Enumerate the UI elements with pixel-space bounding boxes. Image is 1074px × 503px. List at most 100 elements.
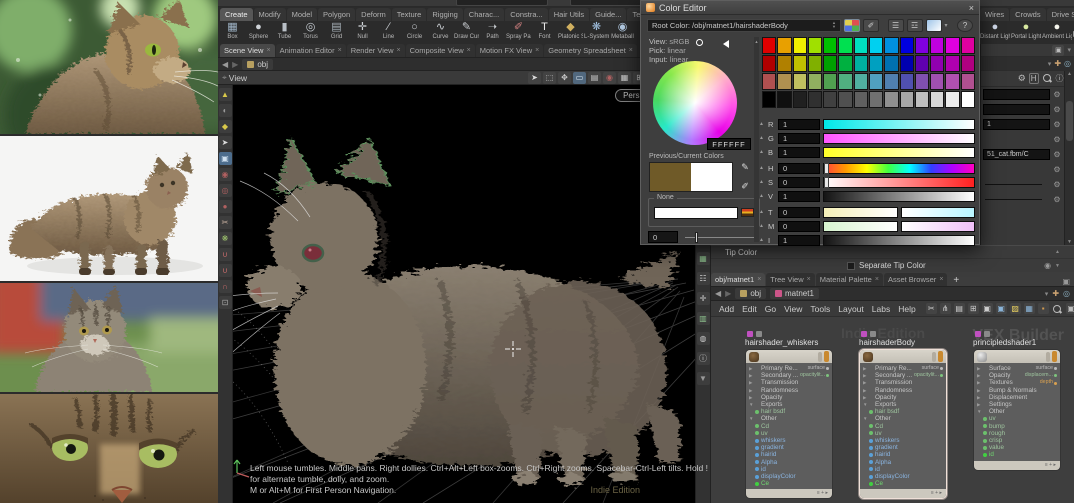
shelf-tab[interactable]: Drive Si...	[1046, 8, 1074, 21]
parameter-field[interactable]	[983, 89, 1050, 100]
network-canvas[interactable]: Indie Edition VEX Builder hairshader_whi…	[711, 317, 1074, 503]
shelf-tool[interactable]: ❋ L-System	[584, 21, 609, 41]
node-parameter-row[interactable]: ▶ Displacement	[974, 394, 1060, 401]
network-toolbar-icon[interactable]: ✂	[925, 302, 937, 314]
output-connector[interactable]	[940, 374, 943, 378]
color-swatch[interactable]	[914, 73, 930, 90]
node-parameter-row[interactable]: ▶ Opacity	[746, 394, 832, 401]
pane-tab[interactable]: Material Palette ×	[815, 273, 883, 286]
sliders-rgb-icon[interactable]: ☰	[887, 18, 904, 32]
menu-item[interactable]: Render	[283, 5, 313, 6]
node-parameter-row[interactable]: Ce	[746, 480, 832, 487]
gear-icon[interactable]: ⚙	[1052, 120, 1062, 129]
pin-icon[interactable]: ✚	[1052, 289, 1059, 298]
group-expand-icon[interactable]: ▲	[759, 149, 765, 155]
color-wheel-value-marker[interactable]	[723, 40, 729, 48]
slider-bar[interactable]	[823, 234, 975, 246]
display-option-icon[interactable]: ☷	[696, 272, 710, 285]
close-tab-icon[interactable]: ×	[266, 47, 270, 54]
output-connector[interactable]	[1054, 439, 1057, 442]
slider-bar[interactable]	[823, 190, 975, 202]
color-swatch[interactable]	[853, 55, 868, 72]
color-swatch[interactable]	[914, 55, 930, 72]
color-swatch[interactable]	[807, 91, 823, 108]
pane-tab[interactable]: Tree View ×	[766, 273, 815, 286]
dropper-icon[interactable]: ✐	[738, 181, 752, 192]
node-parameter-row[interactable]: ▶ Surface surface	[974, 365, 1060, 372]
gear-icon[interactable]: ⚙	[1052, 180, 1062, 189]
output-connector[interactable]	[940, 410, 943, 413]
shader-node[interactable]: principledshader1 ▶ Surface surface ▶ Op…	[973, 331, 1063, 471]
slider-value-field[interactable]: 1	[778, 234, 820, 246]
output-connector[interactable]	[826, 367, 829, 371]
parameter-row[interactable]: 51_cat.fbm/C ⚙	[981, 147, 1064, 162]
shelf-tab[interactable]: Constra...	[505, 8, 548, 21]
node-parameter-row[interactable]: whiskers	[860, 437, 946, 444]
color-swatch[interactable]	[868, 37, 884, 54]
node-title[interactable]: principledshader1	[973, 338, 1063, 347]
color-swatch[interactable]	[960, 37, 975, 54]
viewport-tool-icon[interactable]: ▤	[588, 71, 601, 84]
group-expand-icon[interactable]: ▲	[759, 209, 765, 215]
gear-icon[interactable]: ⚙	[1052, 135, 1062, 144]
parameter-field[interactable]: 51_cat.fbm/C	[983, 149, 1050, 160]
network-menu-item[interactable]: Labs	[872, 304, 890, 314]
scroll-up-icon[interactable]: ▲	[1055, 249, 1060, 255]
pane-tab[interactable]: Asset Browser ×	[883, 273, 948, 286]
parameter-field[interactable]: 1	[983, 119, 1050, 130]
node-header[interactable]	[860, 350, 946, 363]
sliders-hsv-icon[interactable]: ☲	[906, 18, 923, 32]
forward-icon[interactable]: ▶	[725, 289, 731, 298]
shader-node[interactable]: hairshaderBody ▶ Primary Re... surface ▶…	[859, 331, 949, 500]
node-parameter-row[interactable]: ▶ Randomness	[860, 387, 946, 394]
output-connector[interactable]	[1054, 418, 1057, 421]
parameter-row[interactable]: ⚙	[981, 162, 1064, 177]
color-swatch[interactable]	[868, 73, 884, 90]
color-swatch[interactable]	[930, 55, 945, 72]
output-connector[interactable]	[1054, 396, 1057, 399]
alpha-value-field[interactable]: 0	[648, 231, 678, 243]
hotkey-icon[interactable]: H	[1028, 73, 1039, 84]
parameter-row[interactable]: ⚙	[981, 192, 1064, 207]
shelf-tab[interactable]: Texture	[391, 8, 427, 21]
search-icon[interactable]	[1042, 73, 1053, 84]
breadcrumb[interactable]: obj	[735, 288, 766, 299]
shelf-tool[interactable]: ◉ Metaball	[610, 21, 635, 41]
close-tab-icon[interactable]: ×	[338, 47, 342, 54]
output-connector[interactable]	[1054, 403, 1057, 406]
frame-all-icon[interactable]: ▣	[1065, 302, 1074, 314]
network-menu-item[interactable]: Layout	[838, 304, 864, 314]
color-swatch[interactable]	[823, 37, 838, 54]
color-swatch[interactable]	[884, 73, 899, 90]
color-wheel-marker[interactable]	[696, 39, 703, 46]
node-title[interactable]: hairshader_whiskers	[745, 338, 835, 347]
close-tab-icon[interactable]: ×	[397, 47, 401, 54]
pane-tab[interactable]: Motion FX View ×	[475, 44, 544, 57]
shader-node[interactable]: hairshader_whiskers ▶ Primary Re... surf…	[745, 331, 835, 500]
node-parameter-row[interactable]: ▶ Secondary ... opacitylit...	[860, 372, 946, 379]
slider-bar[interactable]	[823, 176, 975, 188]
node-parameter-row[interactable]: gradient	[860, 444, 946, 451]
viewport-side-tool-icon[interactable]: ◆	[218, 120, 232, 133]
node-parameter-row[interactable]: ▶ Randomness	[746, 387, 832, 394]
node-body[interactable]: ▶ Primary Re... surface ▶ Secondary ... …	[745, 349, 833, 500]
output-connector[interactable]	[826, 374, 829, 378]
color-swatch[interactable]	[762, 73, 777, 90]
viewport-side-tool-icon[interactable]: ∪	[218, 264, 232, 277]
slider-bar[interactable]	[823, 118, 975, 130]
node-parameter-row[interactable]: hairid	[860, 451, 946, 458]
node-parameter-row[interactable]: hair bsdf	[746, 408, 832, 415]
output-connector[interactable]	[940, 432, 943, 435]
gradient-mode-icon[interactable]	[925, 18, 942, 32]
output-connector[interactable]	[940, 454, 943, 457]
slider-value-field[interactable]: 0	[778, 176, 820, 188]
node-parameter-row[interactable]: ▼ Exports	[860, 401, 946, 408]
color-swatch[interactable]	[777, 73, 792, 90]
color-swatch[interactable]	[884, 37, 899, 54]
shelf-tab[interactable]: Crowds	[1010, 8, 1046, 21]
parameter-row[interactable]: ⚙	[981, 102, 1064, 117]
alpha-slider-thumb[interactable]	[695, 232, 698, 243]
parameter-row[interactable]: 1 ⚙	[981, 117, 1064, 132]
node-parameter-row[interactable]: ▶ Transmission	[860, 379, 946, 386]
network-toolbar-icon[interactable]: ▪	[1037, 302, 1049, 314]
